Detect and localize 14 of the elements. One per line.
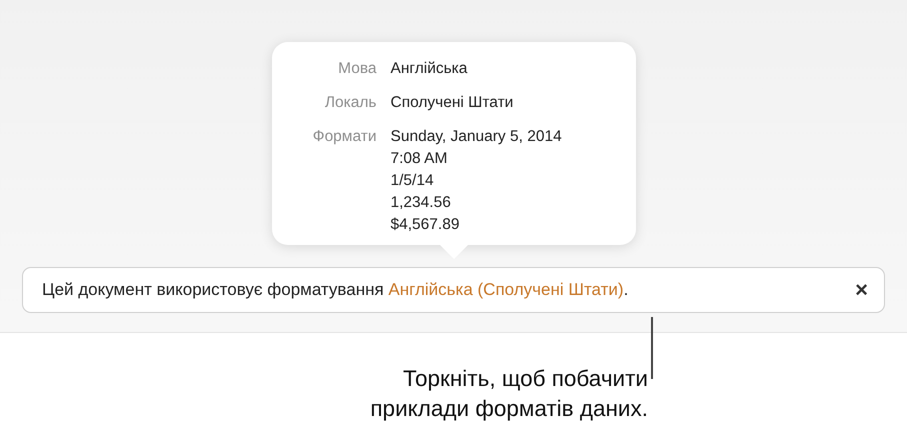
leader-line bbox=[651, 317, 653, 379]
field-value: Англійська bbox=[390, 59, 468, 79]
field-value: Sunday, January 5, 2014 bbox=[390, 127, 563, 147]
field-label: Формати bbox=[312, 127, 376, 147]
callout-text: Торкніть, щоб побачити приклади форматів даних. bbox=[370, 365, 648, 423]
field-value: $4,567.89 bbox=[390, 215, 460, 235]
banner-message: Цей документ використовує форматування Англійська (Сполучені Штати). bbox=[42, 280, 630, 300]
field-label: Локаль bbox=[324, 93, 376, 113]
field-label: Мова bbox=[337, 59, 376, 79]
field-value: 7:08 AM bbox=[390, 149, 448, 169]
field-value: 1/5/14 bbox=[390, 171, 435, 191]
field-value: 1,234.56 bbox=[390, 193, 452, 213]
field-value: Сполучені Штати bbox=[390, 93, 514, 113]
close-button[interactable]: × bbox=[851, 279, 872, 301]
